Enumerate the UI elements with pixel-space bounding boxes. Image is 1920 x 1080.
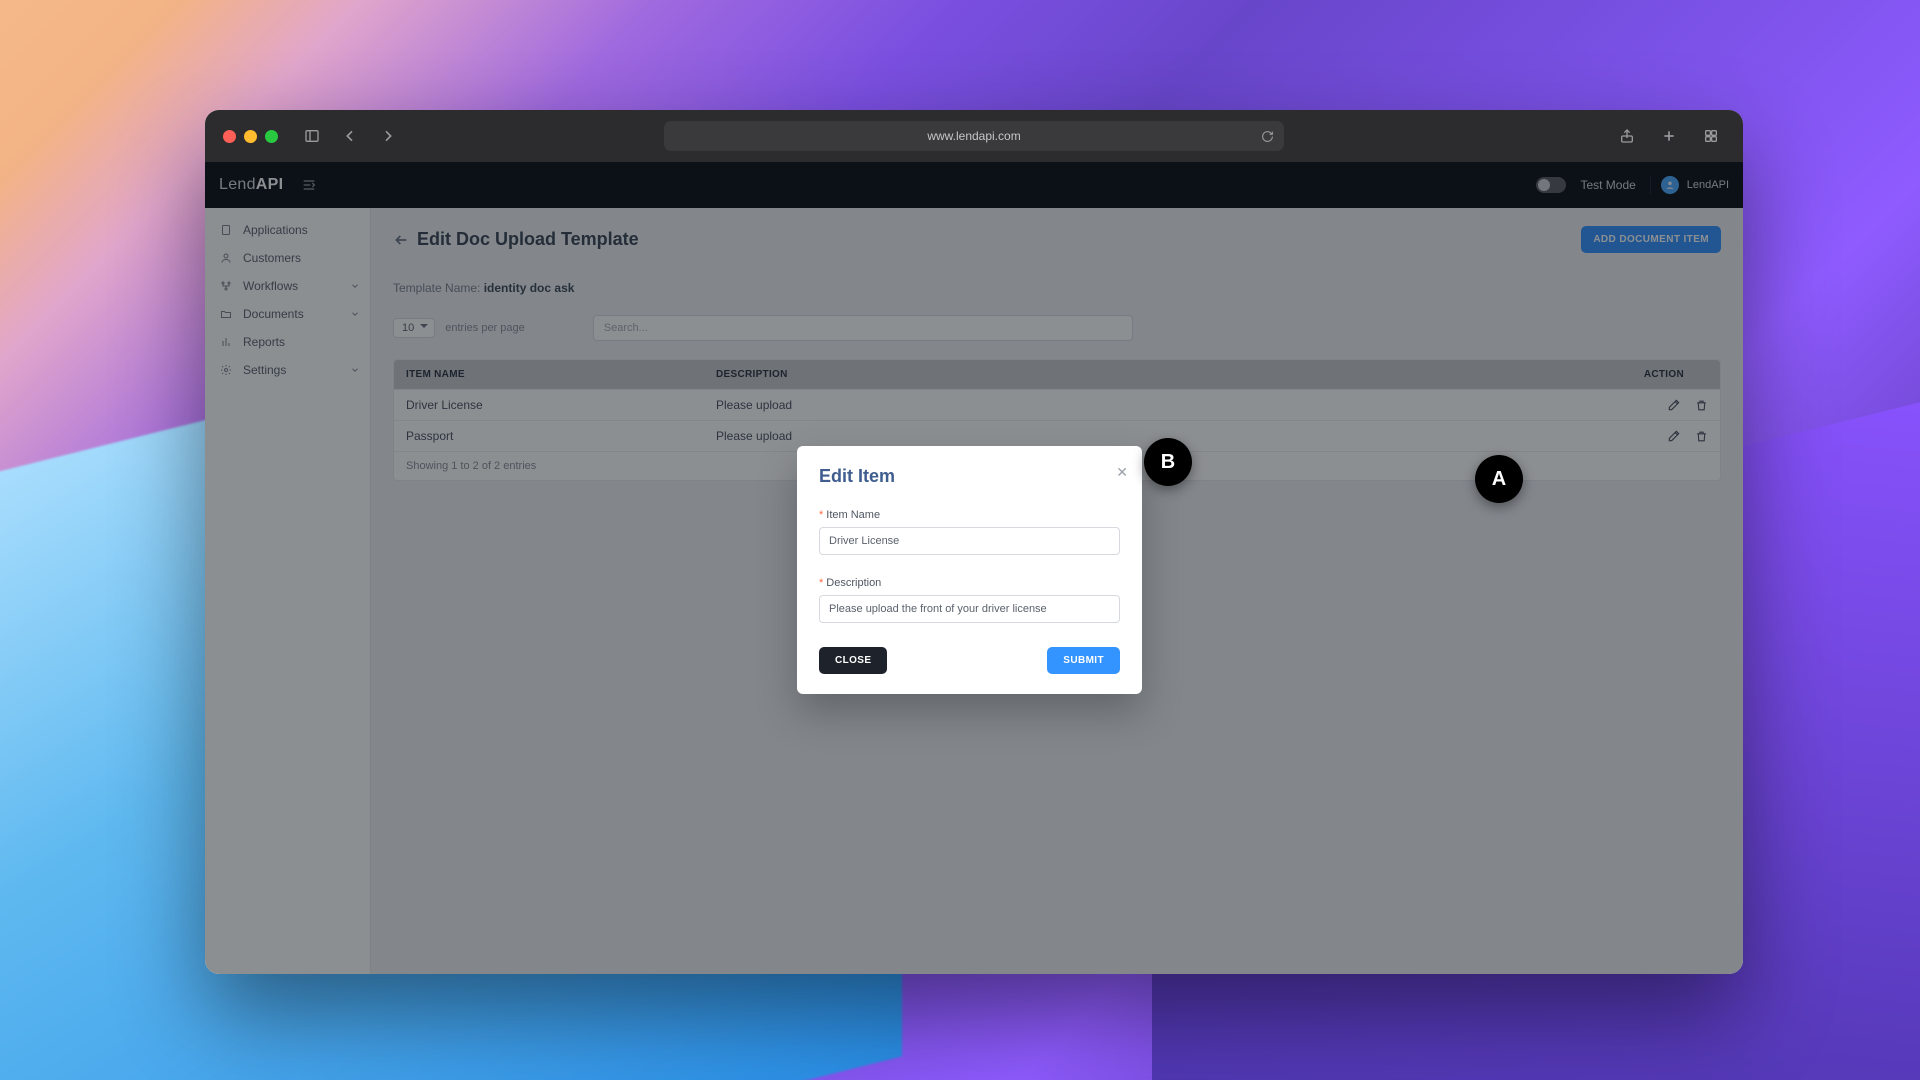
modal-title: Edit Item xyxy=(819,466,1120,487)
share-icon[interactable] xyxy=(1613,122,1641,150)
item-name-input[interactable]: Driver License xyxy=(819,527,1120,555)
window-minimize-button[interactable] xyxy=(244,130,257,143)
annotation-marker-b: B xyxy=(1144,438,1192,486)
field-label-description: *Description xyxy=(819,577,1120,589)
modal-close-icon[interactable]: ✕ xyxy=(1116,464,1128,481)
field-label-item-name: *Item Name xyxy=(819,509,1120,521)
nav-back-icon[interactable] xyxy=(336,122,364,150)
close-button-label: CLOSE xyxy=(835,655,871,666)
window-controls xyxy=(223,130,278,143)
close-button[interactable]: CLOSE xyxy=(819,647,887,674)
item-name-value: Driver License xyxy=(829,535,899,547)
description-input[interactable]: Please upload the front of your driver l… xyxy=(819,595,1120,623)
browser-titlebar: www.lendapi.com xyxy=(205,110,1743,162)
window-maximize-button[interactable] xyxy=(265,130,278,143)
nav-forward-icon[interactable] xyxy=(374,122,402,150)
address-bar[interactable]: www.lendapi.com xyxy=(664,121,1284,151)
tab-overview-icon[interactable] xyxy=(1697,122,1725,150)
sidebar-toggle-icon[interactable] xyxy=(298,122,326,150)
marker-label: B xyxy=(1161,451,1175,474)
submit-button[interactable]: SUBMIT xyxy=(1047,647,1120,674)
reload-icon[interactable] xyxy=(1261,130,1274,143)
marker-label: A xyxy=(1492,468,1506,491)
new-tab-icon[interactable] xyxy=(1655,122,1683,150)
submit-button-label: SUBMIT xyxy=(1063,655,1104,666)
required-indicator: * xyxy=(819,509,823,521)
annotation-marker-a: A xyxy=(1475,455,1523,503)
description-value: Please upload the front of your driver l… xyxy=(829,603,1047,615)
edit-item-modal: Edit Item ✕ *Item Name Driver License *D… xyxy=(797,446,1142,694)
url-text: www.lendapi.com xyxy=(927,129,1020,143)
required-indicator: * xyxy=(819,577,823,589)
browser-window: www.lendapi.com LendAPI Test Mo xyxy=(205,110,1743,974)
window-close-button[interactable] xyxy=(223,130,236,143)
